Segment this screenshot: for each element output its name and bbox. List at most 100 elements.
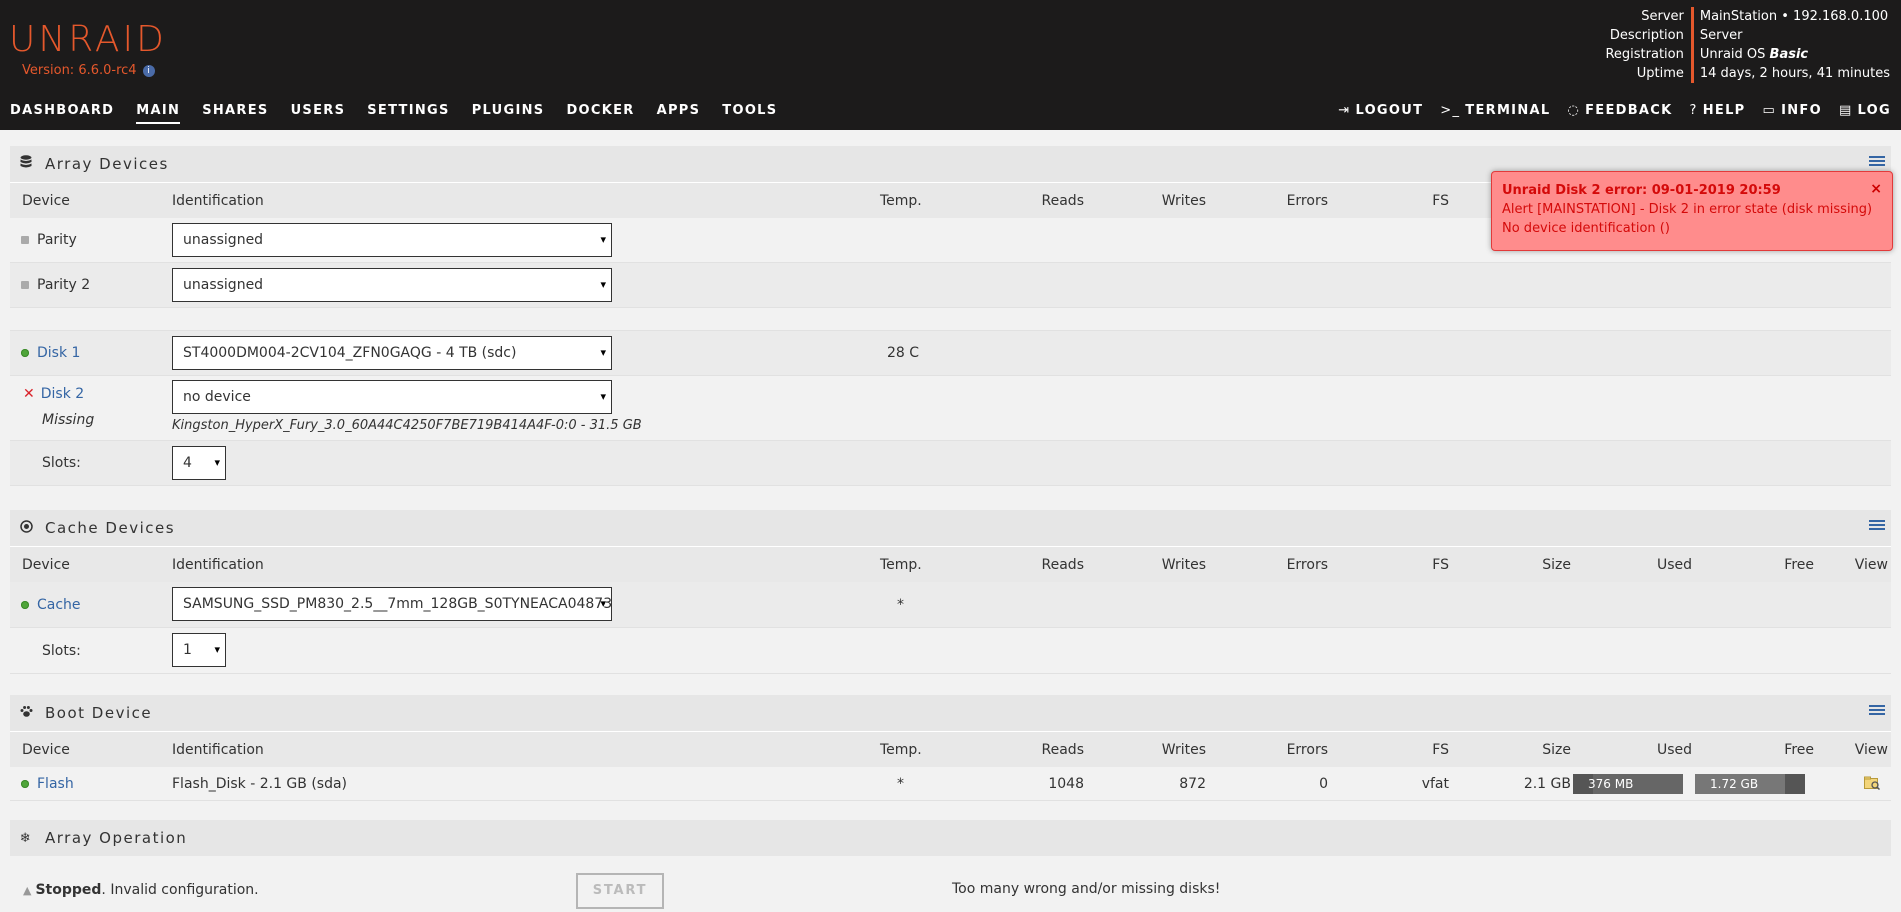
nav-plugins[interactable]: PLUGINS (472, 103, 545, 118)
table-row-disk1: Disk 1 ST4000DM004-2CV104_ZFN0GAQG - 4 T… (10, 331, 1891, 376)
table-row-cache-slots: Slots: 1 (10, 628, 1891, 674)
col-free: Free (1784, 741, 1814, 758)
unraid-logo[interactable]: UNRAID (9, 18, 167, 62)
disk2-link[interactable]: Disk 2 (41, 386, 84, 402)
nav-main[interactable]: MAIN (136, 103, 181, 124)
nav-shares[interactable]: SHARES (202, 103, 268, 118)
status-icon (21, 236, 29, 244)
cache-devices-section: Cache Devices Device Identification Temp… (10, 510, 1891, 674)
parity-select[interactable]: unassigned (172, 223, 612, 257)
cache-temp: * (897, 596, 904, 613)
boot-device-title: Boot Device (10, 695, 1891, 731)
main-nav: DASHBOARD MAIN SHARES USERS SETTINGS PLU… (10, 103, 799, 124)
flash-free-text: 1.72 GB (1710, 777, 1759, 791)
nav-feedback[interactable]: ◌ FEEDBACK (1567, 103, 1672, 118)
col-errors: Errors (1286, 556, 1328, 573)
cache-slots-select[interactable]: 1 (172, 633, 226, 667)
snowflake-icon: ❄ (19, 830, 33, 846)
nav-feedback-label: FEEDBACK (1585, 103, 1673, 118)
status-ok-icon (21, 349, 29, 357)
col-free: Free (1784, 556, 1814, 573)
terminal-icon: >_ (1440, 103, 1461, 118)
list-view-icon[interactable] (1869, 156, 1885, 170)
device-flash: Flash (21, 776, 74, 792)
nav-docker[interactable]: DOCKER (566, 103, 634, 118)
col-used: Used (1656, 741, 1692, 758)
flash-identification: Flash_Disk - 2.1 GB (sda) (172, 775, 348, 792)
log-icon: ▤ (1838, 103, 1853, 118)
disk1-link[interactable]: Disk 1 (37, 345, 80, 361)
registration-edition: Basic (1769, 47, 1809, 62)
table-row-disk2: ✕ Disk 2 Missing no device Kingston_Hyper… (10, 376, 1891, 441)
nav-tools[interactable]: TOOLS (722, 103, 777, 118)
disk1-select[interactable]: ST4000DM004-2CV104_ZFN0GAQG - 4 TB (sdc) (172, 336, 612, 370)
col-view: View (1854, 741, 1888, 758)
close-icon[interactable]: × (1870, 180, 1882, 199)
uptime-value: 14 days, 2 hours, 41 minutes (1699, 66, 1890, 81)
col-writes: Writes (1161, 741, 1206, 758)
nav-help-label: HELP (1702, 103, 1746, 118)
utility-nav: ⇥ LOGOUT >_ TERMINAL ◌ FEEDBACK ? HELP ▭ INFO… (1321, 103, 1891, 118)
device-cache: Cache (21, 597, 81, 613)
stopped-icon: ▲ (23, 884, 32, 897)
view-files-icon[interactable] (1864, 776, 1881, 794)
disk2-missing-id: Kingston_HyperX_Fury_3.0_60A44C4250F7BE7… (172, 418, 642, 433)
flash-reads: 1048 (1048, 775, 1084, 792)
list-view-icon[interactable] (1869, 520, 1885, 534)
col-reads: Reads (1041, 556, 1084, 573)
list-view-icon[interactable] (1869, 705, 1885, 719)
device-name: Parity 2 (37, 277, 91, 293)
disc-icon (19, 519, 33, 537)
cache-select[interactable]: SAMSUNG_SSD_PM830_2.5__7mm_128GB_S0TYNEA… (172, 587, 612, 621)
nav-terminal[interactable]: >_ TERMINAL (1440, 103, 1550, 118)
nav-apps[interactable]: APPS (657, 103, 701, 118)
nav-dashboard[interactable]: DASHBOARD (10, 103, 114, 118)
disk2-select[interactable]: no device (172, 380, 612, 414)
nav-settings[interactable]: SETTINGS (367, 103, 449, 118)
flash-free-bar: 1.72 GB (1695, 774, 1805, 794)
device-parity: Parity (21, 232, 77, 248)
nav-info[interactable]: ▭ INFO (1763, 103, 1822, 118)
server-label: Server (1641, 9, 1684, 24)
flash-used-bar: 376 MB (1573, 774, 1683, 794)
uptime-label: Uptime (1636, 66, 1684, 81)
col-identification: Identification (172, 556, 264, 573)
device-disk1: Disk 1 (21, 345, 80, 361)
col-reads: Reads (1041, 192, 1084, 209)
cache-link[interactable]: Cache (37, 597, 81, 613)
nav-help[interactable]: ? HELP (1690, 103, 1746, 118)
table-row-slots: Slots: 4 (10, 441, 1891, 486)
array-slots-select[interactable]: 4 (172, 446, 226, 480)
info-icon: ▭ (1762, 103, 1777, 118)
server-info-labels: Server Description Registration Uptime (1605, 7, 1694, 83)
nav-log[interactable]: ▤ LOG (1839, 103, 1891, 118)
nav-info-label: INFO (1781, 103, 1822, 118)
notification-message: Alert [MAINSTATION] - Disk 2 in error st… (1502, 202, 1873, 217)
col-size: Size (1542, 741, 1571, 758)
version-info-icon[interactable]: i (142, 64, 155, 77)
flash-link[interactable]: Flash (37, 776, 74, 792)
array-status-text: . Invalid configuration. (101, 882, 259, 898)
nav-logout-label: LOGOUT (1355, 103, 1424, 118)
version-text: Version: 6.6.0-rc4 (22, 63, 137, 78)
start-button[interactable]: START (576, 873, 664, 909)
flash-size: 2.1 GB (1523, 775, 1571, 792)
paw-icon (19, 705, 33, 722)
notification-title: Unraid Disk 2 error: 09-01-2019 20:59 (1502, 183, 1781, 198)
array-status: ▲ Stopped. Invalid configuration. (23, 882, 259, 898)
cache-table-header: Device Identification Temp. Reads Writes… (10, 546, 1891, 582)
col-size: Size (1542, 556, 1571, 573)
feedback-icon: ◌ (1567, 103, 1581, 118)
table-row-flash: Flash Flash_Disk - 2.1 GB (sda) * 1048 8… (10, 767, 1891, 801)
registration-value[interactable]: Unraid OS Basic (1700, 45, 1890, 64)
error-notification: Unraid Disk 2 error: 09-01-2019 20:59 Al… (1491, 171, 1893, 251)
cache-slots-label: Slots: (42, 642, 81, 659)
description-label: Description (1609, 28, 1684, 43)
col-temp: Temp. (880, 556, 922, 573)
slots-label: Slots: (42, 455, 81, 471)
array-operation-section: ❄ Array Operation (10, 820, 1891, 856)
nav-logout[interactable]: ⇥ LOGOUT (1338, 103, 1423, 118)
parity2-select[interactable]: unassigned (172, 268, 612, 302)
server-info: Server Description Registration Uptime M… (1605, 7, 1890, 83)
nav-users[interactable]: USERS (291, 103, 346, 118)
